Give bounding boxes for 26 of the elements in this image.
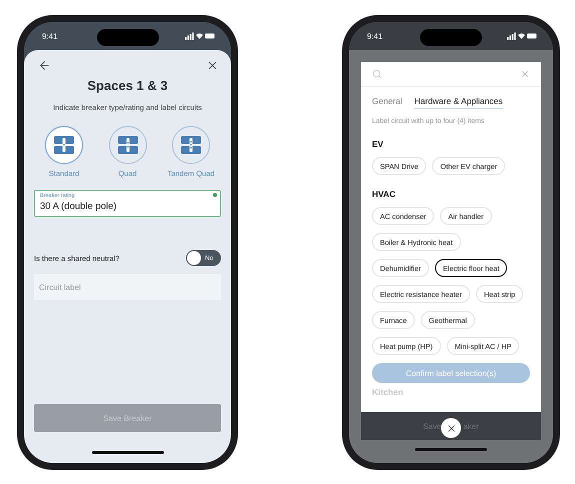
valid-dot	[213, 193, 217, 197]
screen-title: Spaces 1 & 3	[86, 78, 169, 93]
close-button[interactable]	[441, 418, 461, 438]
breaker-icon	[180, 134, 202, 156]
close-icon	[446, 422, 456, 434]
breaker-type-option[interactable]	[45, 126, 83, 164]
home-indicator	[92, 451, 164, 454]
group-heading: HVAC	[372, 189, 396, 199]
tab[interactable]: Hardware & Appliances	[414, 96, 503, 109]
status-time: 9:41	[42, 32, 58, 40]
circuit-label-field[interactable]: Circuit label	[34, 274, 221, 300]
breaker-icon	[53, 134, 75, 156]
field-value: 30 A (double pole)	[40, 201, 117, 212]
tab[interactable]: General	[372, 96, 402, 109]
breaker-type-option[interactable]	[108, 126, 146, 164]
status-time: 9:41	[367, 32, 383, 40]
back-arrow-icon[interactable]	[38, 59, 51, 72]
camera-notch	[96, 29, 158, 46]
status-icons	[507, 32, 537, 40]
group-heading: EV	[372, 139, 384, 149]
camera-notch	[420, 29, 482, 46]
breaker-type-option[interactable]	[172, 126, 210, 164]
breaker-icon	[116, 134, 138, 156]
home-indicator	[415, 448, 487, 451]
close-icon[interactable]	[206, 59, 219, 72]
status-icons	[185, 32, 215, 40]
